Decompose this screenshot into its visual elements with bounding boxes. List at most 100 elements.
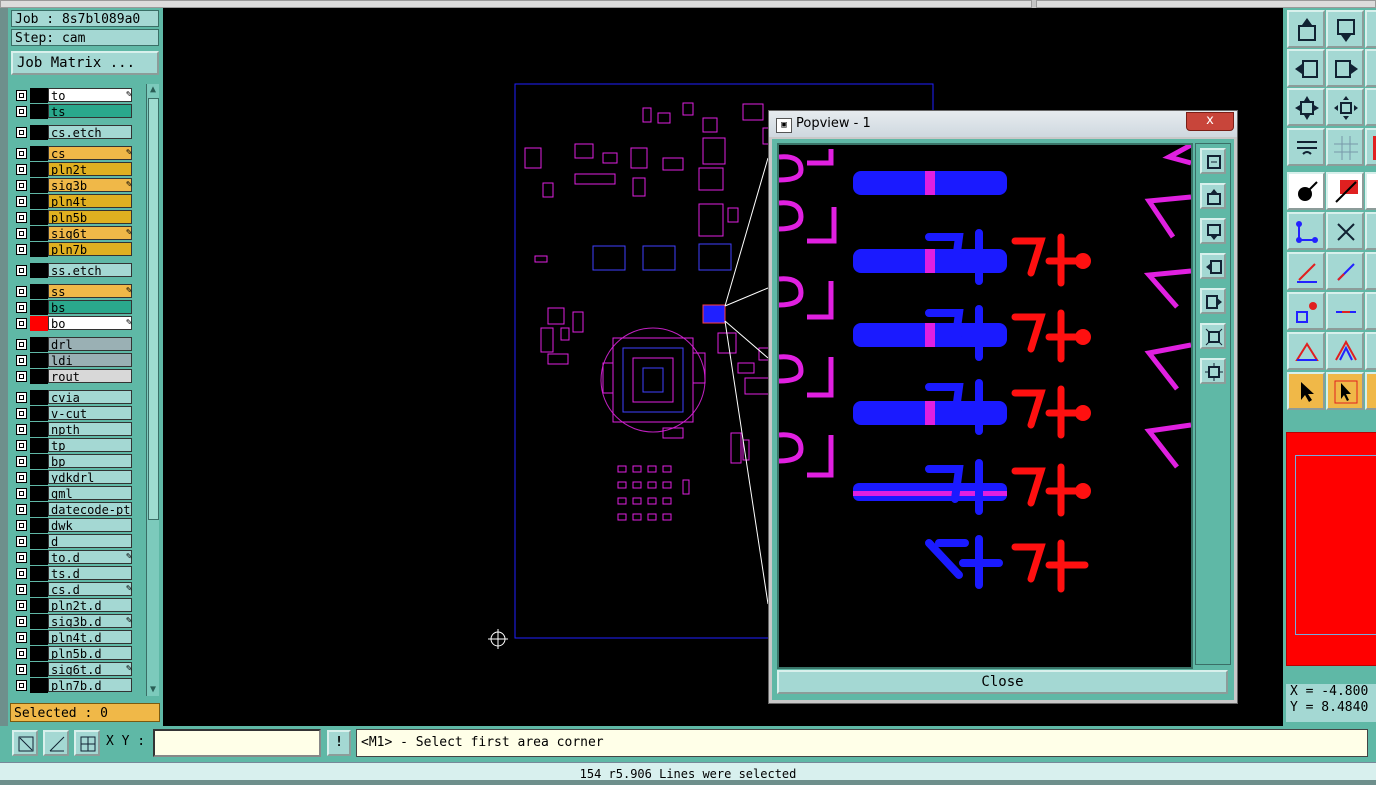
layer-checkbox[interactable] xyxy=(16,339,27,350)
layer-row[interactable]: sig3b.d ✎ xyxy=(11,614,137,629)
layer-list-scrollbar[interactable]: ▲ ▼ xyxy=(146,84,159,696)
layer-color-swatch[interactable] xyxy=(30,390,48,405)
layer-row[interactable]: pln2t.d xyxy=(11,598,137,613)
layer-checkbox[interactable] xyxy=(16,164,27,175)
layer-checkbox[interactable] xyxy=(16,424,27,435)
layer-checkbox[interactable] xyxy=(16,180,27,191)
layer-color-swatch[interactable] xyxy=(30,630,48,645)
cross-icon[interactable] xyxy=(1326,212,1364,250)
layer-name[interactable]: sig6t xyxy=(48,226,132,240)
layer-checkbox[interactable] xyxy=(16,488,27,499)
layer-name[interactable]: cvia xyxy=(48,390,132,404)
layer-name[interactable]: gml xyxy=(48,486,132,500)
layer-checkbox[interactable] xyxy=(16,504,27,515)
zoom-fit-icon[interactable] xyxy=(1287,88,1325,126)
move-down-icon[interactable] xyxy=(1326,10,1364,48)
layer-color-swatch[interactable] xyxy=(30,316,48,331)
layer-color-swatch[interactable] xyxy=(30,678,48,693)
layer-checkbox[interactable] xyxy=(16,664,27,675)
layer-color-swatch[interactable] xyxy=(30,550,48,565)
arc-icon[interactable] xyxy=(1326,332,1364,370)
grid-icon[interactable] xyxy=(1326,128,1364,166)
layer-checkbox[interactable] xyxy=(16,472,27,483)
layer-checkbox[interactable] xyxy=(16,90,27,101)
layer-name[interactable]: drl xyxy=(48,337,132,351)
pan-right-icon[interactable] xyxy=(1200,288,1226,314)
layer-checkbox[interactable] xyxy=(16,552,27,563)
layer-row[interactable]: pln7b.d xyxy=(11,678,137,693)
layer-color-swatch[interactable] xyxy=(30,210,48,225)
move-up-icon[interactable] xyxy=(1287,10,1325,48)
layer-checkbox[interactable] xyxy=(16,456,27,467)
layer-row[interactable]: to ✎ xyxy=(11,88,137,103)
layer-color-swatch[interactable] xyxy=(30,582,48,597)
layer-name[interactable]: cs.d xyxy=(48,582,132,596)
layer-color-swatch[interactable] xyxy=(30,470,48,485)
layer-row[interactable]: dwk xyxy=(11,518,137,533)
add-line-icon[interactable] xyxy=(1287,252,1325,290)
layer-name[interactable]: pln2t xyxy=(48,162,132,176)
layer-name[interactable]: tp xyxy=(48,438,132,452)
layer-checkbox[interactable] xyxy=(16,318,27,329)
layer-row[interactable]: bp xyxy=(11,454,137,469)
layer-color-swatch[interactable] xyxy=(30,194,48,209)
layer-color-swatch[interactable] xyxy=(30,454,48,469)
layer-name[interactable]: pln4t.d xyxy=(48,630,132,644)
layer-color-swatch[interactable] xyxy=(30,646,48,661)
layer-color-swatch[interactable] xyxy=(30,406,48,421)
layer-color-swatch[interactable] xyxy=(30,369,48,384)
layer-color-swatch[interactable] xyxy=(30,422,48,437)
layer-color-swatch[interactable] xyxy=(30,226,48,241)
add-extra-icon[interactable] xyxy=(1365,252,1376,290)
pointer-icon[interactable] xyxy=(1287,372,1325,410)
layer-row[interactable]: pln5b xyxy=(11,210,137,225)
layer-color-swatch[interactable] xyxy=(30,162,48,177)
connect-icon[interactable] xyxy=(1287,212,1325,250)
layer-name[interactable]: bp xyxy=(48,454,132,468)
select-feature-icon[interactable] xyxy=(1287,172,1325,210)
layer-name[interactable]: pln7b xyxy=(48,242,132,256)
layer-color-swatch[interactable] xyxy=(30,486,48,501)
select-extra-icon[interactable] xyxy=(1365,172,1376,210)
layer-checkbox[interactable] xyxy=(16,440,27,451)
layer-row[interactable]: pln5b.d xyxy=(11,646,137,661)
layer-row[interactable]: v-cut xyxy=(11,406,137,421)
xy-input[interactable] xyxy=(153,729,321,757)
grid-snap-icon[interactable] xyxy=(74,730,100,756)
layer-name[interactable]: dwk xyxy=(48,518,132,532)
zoom-out-icon[interactable] xyxy=(1200,358,1226,384)
pan-left-icon[interactable] xyxy=(1200,253,1226,279)
layer-row[interactable]: tp xyxy=(11,438,137,453)
layer-checkbox[interactable] xyxy=(16,148,27,159)
pointer-extra-icon[interactable] xyxy=(1365,372,1376,410)
layer-row[interactable]: pln7b xyxy=(11,242,137,257)
layer-name[interactable]: npth xyxy=(48,422,132,436)
snap-icon[interactable] xyxy=(12,730,38,756)
popview-canvas[interactable] xyxy=(777,143,1193,669)
layer-row[interactable]: datecode-ptc xyxy=(11,502,137,517)
layer-row[interactable]: sig3b ✎ xyxy=(11,178,137,193)
scroll-thumb[interactable] xyxy=(148,98,159,520)
layer-row[interactable]: ydkdrl xyxy=(11,470,137,485)
layer-name[interactable]: bs xyxy=(48,300,132,314)
popview-titlebar[interactable]: ▣ Popview - 1 x xyxy=(769,111,1237,137)
zoom-home-icon[interactable] xyxy=(1326,88,1364,126)
popview-close-button[interactable]: Close xyxy=(777,670,1228,694)
layer-checkbox[interactable] xyxy=(16,408,27,419)
layer-row[interactable]: pln4t xyxy=(11,194,137,209)
layer-checkbox[interactable] xyxy=(16,648,27,659)
grid-extra-icon[interactable] xyxy=(1365,128,1376,166)
layer-color-swatch[interactable] xyxy=(30,518,48,533)
layer-row[interactable]: ts.d xyxy=(11,566,137,581)
layer-color-swatch[interactable] xyxy=(30,337,48,352)
layer-color-swatch[interactable] xyxy=(30,662,48,677)
arc-extra-icon[interactable] xyxy=(1365,332,1376,370)
zoom-extra-icon[interactable] xyxy=(1365,88,1376,126)
execute-button[interactable]: ! xyxy=(327,730,351,756)
layer-color-swatch[interactable] xyxy=(30,566,48,581)
layer-name[interactable]: sig3b.d xyxy=(48,614,132,628)
layer-name[interactable]: to xyxy=(48,88,132,102)
layer-color-swatch[interactable] xyxy=(30,125,48,140)
layer-name[interactable]: cs xyxy=(48,146,132,160)
layer-name[interactable]: d xyxy=(48,534,132,548)
